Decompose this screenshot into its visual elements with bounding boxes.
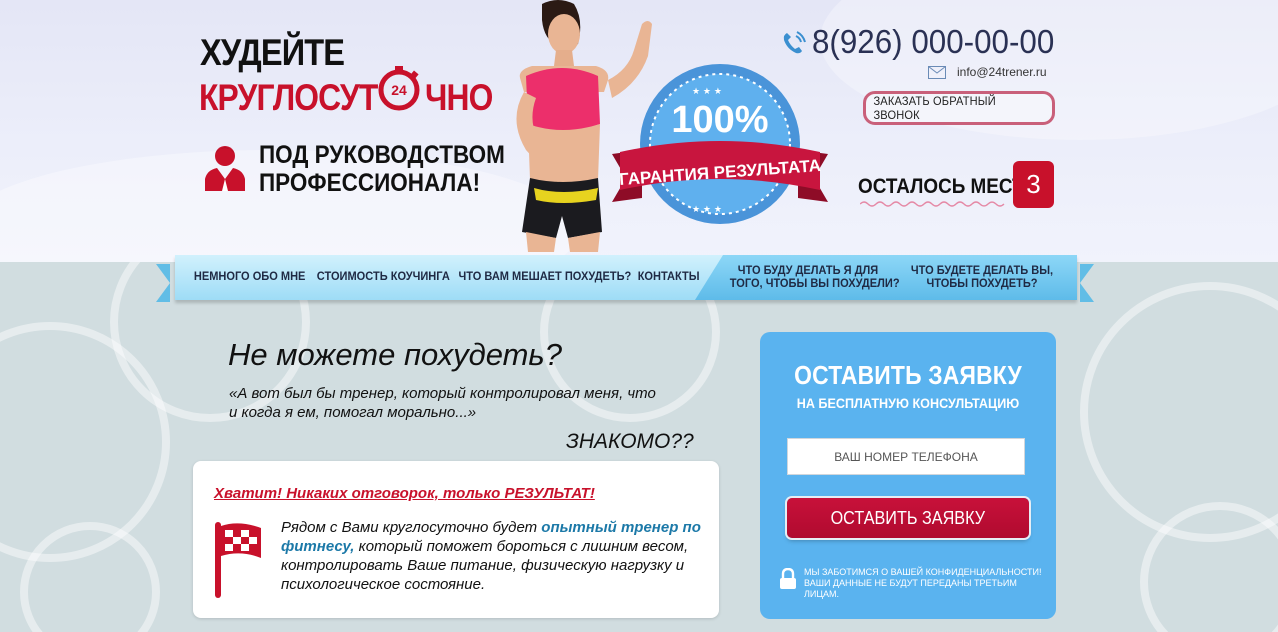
submit-button[interactable]: ОСТАВИТЬ ЗАЯВКУ (787, 498, 1029, 538)
form-subtitle: НА БЕСПЛАТНУЮ КОНСУЛЬТАЦИЮ (796, 395, 1020, 411)
main-nav: НЕМНОГО ОБО МНЕ СТОИМОСТЬ КОУЧИНГА ЧТО В… (175, 255, 1077, 300)
privacy-line1: МЫ ЗАБОТИМСЯ О ВАШЕЙ КОНФИДЕНЦИАЛЬНОСТИ! (804, 567, 1042, 577)
logo-line2-end: ЧНО (425, 77, 493, 118)
places-left-count: 3 (1013, 161, 1054, 208)
card-text: Рядом с Вами круглосуточно будет опытный… (281, 518, 715, 594)
quote-line2: и когда я ем, помогал морально...» (229, 404, 477, 421)
guarantee-badge: 100% ★ ★ ★ ★ ★ ★ ГАРАНТИЯ РЕЗУЛЬТАТА (612, 64, 828, 224)
email-link[interactable]: info@24trener.ru (957, 65, 1047, 79)
pro-line1: ПОД РУКОВОДСТВОМ (259, 141, 505, 169)
nav-item-my-actions[interactable]: ЧТО БУДУ ДЕЛАТЬ Я ДЛЯ ТОГО, ЧТОБЫ ВЫ ПОХ… (729, 264, 900, 290)
phone-number[interactable]: 8(926) 000-00-00 (812, 23, 1054, 61)
result-card: Хватит! Никаких отговорок, только РЕЗУЛЬ… (193, 461, 719, 618)
clock-24-icon: 24 (378, 66, 420, 111)
lock-icon (780, 568, 796, 589)
card-title: Хватит! Никаких отговорок, только РЕЗУЛЬ… (214, 485, 595, 502)
logo-line2: КРУГЛОСУТ (199, 77, 378, 118)
nav-item-label: ЧТОБЫ ПОХУДЕТЬ? (926, 276, 1038, 290)
quote-line1: «А вот был бы тренер, который контролиро… (229, 385, 656, 402)
person-icon (205, 146, 245, 191)
background-ring (1080, 282, 1278, 542)
svg-text:★ ★ ★: ★ ★ ★ (692, 205, 722, 215)
phone-icon (783, 31, 806, 54)
nav-item-your-actions[interactable]: ЧТО БУДЕТЕ ДЕЛАТЬ ВЫ, ЧТОБЫ ПОХУДЕТЬ? (904, 264, 1060, 290)
nav-item-contacts[interactable]: КОНТАКТЫ (638, 270, 700, 283)
header: ХУДЕЙТЕ КРУГЛОСУТ 24 ЧНО ПОД РУКОВОДСТВО… (0, 0, 1278, 262)
main-question: Не можете похудеть? (228, 337, 562, 372)
nav-item-about[interactable]: НЕМНОГО ОБО МНЕ (194, 270, 306, 283)
privacy-line2: ВАШИ ДАННЫЕ НЕ БУДУТ ПЕРЕДАНЫ ТРЕТЬИМ ЛИ… (804, 578, 1017, 599)
callback-button[interactable]: ЗАКАЗАТЬ ОБРАТНЫЙ ЗВОНОК (863, 91, 1055, 125)
privacy-note: МЫ ЗАБОТИМСЯ О ВАШЕЙ КОНФИДЕНЦИАЛЬНОСТИ!… (804, 567, 1044, 600)
form-title: ОСТАВИТЬ ЗАЯВКУ (794, 360, 1022, 390)
nav-item-obstacles[interactable]: ЧТО ВАМ МЕШАЕТ ПОХУДЕТЬ? (459, 270, 632, 283)
pro-tagline: ПОД РУКОВОДСТВОМ ПРОФЕССИОНАЛА! (259, 141, 505, 197)
svg-text:★ ★ ★: ★ ★ ★ (692, 87, 722, 97)
ribbon-tail-right (1080, 264, 1094, 302)
familiar-text: ЗНАКОМО?? (566, 430, 694, 453)
places-left-label: ОСТАЛОСЬ МЕСТ: (858, 175, 1030, 198)
quote: «А вот был бы тренер, который контролиро… (229, 384, 709, 422)
logo-line1: ХУДЕЙТЕ (200, 32, 345, 73)
wavy-underline (860, 201, 1005, 207)
phone-input[interactable] (787, 438, 1025, 475)
clock-number: 24 (391, 82, 407, 98)
request-form: ОСТАВИТЬ ЗАЯВКУ НА БЕСПЛАТНУЮ КОНСУЛЬТАЦ… (760, 332, 1056, 619)
card-text-start: Рядом с Вами круглосуточно будет (281, 519, 542, 536)
submit-button-label: ОСТАВИТЬ ЗАЯВКУ (830, 507, 986, 528)
mail-icon (928, 66, 946, 79)
pro-line2: ПРОФЕССИОНАЛА! (259, 169, 481, 197)
nav-item-price[interactable]: СТОИМОСТЬ КОУЧИНГА (317, 270, 450, 283)
flag-icon (215, 522, 261, 598)
nav-item-label: ТОГО, ЧТОБЫ ВЫ ПОХУДЕЛИ? (729, 276, 900, 290)
ribbon-tail-left (156, 264, 170, 302)
badge-percent: 100% (671, 99, 768, 141)
callback-button-label: ЗАКАЗАТЬ ОБРАТНЫЙ ЗВОНОК (873, 94, 996, 122)
